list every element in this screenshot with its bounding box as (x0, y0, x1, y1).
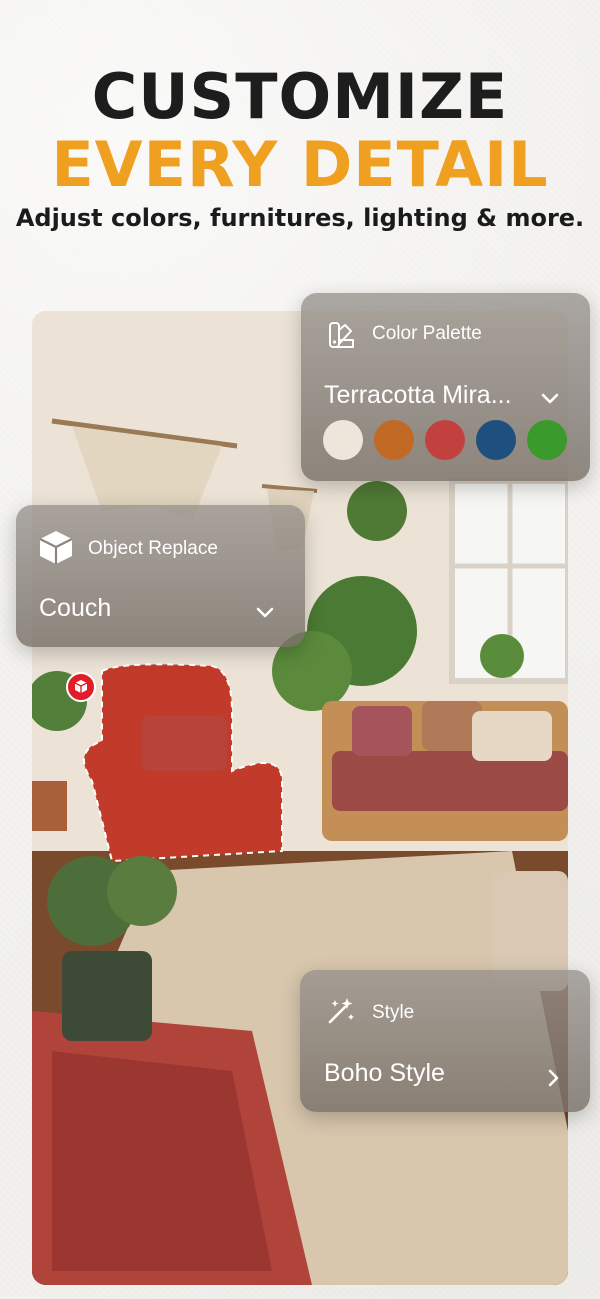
color-palette-card[interactable]: Color Palette Terracotta Mira... (301, 293, 590, 481)
chevron-right-icon[interactable] (542, 1067, 564, 1089)
headline-line2: EVERY DETAIL (51, 128, 549, 201)
object-replace-value[interactable]: Couch (39, 594, 111, 623)
magic-wand-icon (328, 998, 354, 1024)
chevron-down-icon[interactable] (539, 387, 561, 409)
style-title: Style (372, 1002, 415, 1023)
color-palette-title: Color Palette (372, 323, 482, 344)
style-card[interactable]: Style Boho Style (300, 970, 590, 1112)
swatch-blue[interactable] (476, 420, 516, 460)
object-replace-card[interactable]: Object Replace Couch (16, 505, 305, 647)
cube-badge-icon (74, 680, 88, 693)
swatch-cream[interactable] (323, 420, 363, 460)
chevron-down-icon[interactable] (254, 601, 276, 623)
swatch-orange[interactable] (374, 420, 414, 460)
object-replace-title: Object Replace (88, 538, 218, 559)
color-palette-value[interactable]: Terracotta Mira... (324, 381, 512, 410)
headline-subtitle: Adjust colors, furnitures, lighting & mo… (15, 204, 585, 232)
swatch-green[interactable] (527, 420, 567, 460)
palette-icon (329, 322, 354, 348)
cube-icon (39, 531, 73, 564)
headline-line1: CUSTOMIZE (91, 60, 509, 133)
object-badge[interactable] (66, 672, 96, 702)
swatch-red[interactable] (425, 420, 465, 460)
style-value[interactable]: Boho Style (324, 1059, 445, 1088)
